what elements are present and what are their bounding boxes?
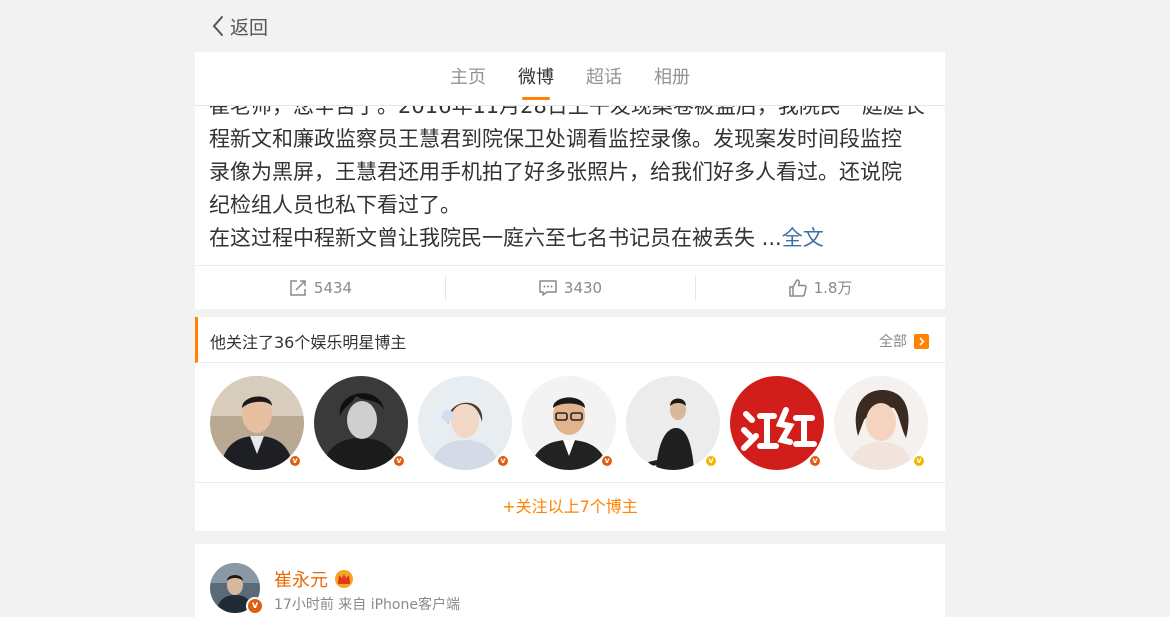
verified-badge: v: [600, 454, 614, 468]
tab-album[interactable]: 相册: [654, 52, 690, 106]
weibo-profile-page: 返回 主页 微博 超话 相册 崔老师，您辛苦了。2016年11月28日上午发现案…: [195, 0, 945, 617]
verified-badge: v: [392, 454, 406, 468]
repost-count: 5434: [313, 278, 353, 297]
follow-card-header: 他关注了36个娱乐明星博主 全部: [195, 317, 945, 363]
verified-badge: v: [496, 454, 510, 468]
repost-button[interactable]: 5434: [195, 266, 445, 309]
post-line: 录像为黑屏，王慧君还用手机拍了好多张照片，给我们好多人看过。还说院: [209, 160, 902, 184]
author-name[interactable]: 崔永元: [274, 566, 354, 592]
verified-badge: v: [288, 454, 302, 468]
post-line: 纪检组人员也私下看过了。: [209, 193, 461, 217]
share-icon: [290, 279, 306, 296]
avatar-row: v v v v v v v: [195, 363, 945, 483]
author-avatar[interactable]: v: [210, 563, 264, 615]
post-body: 崔老师，您辛苦了。2016年11月28日上午发现案卷被盗后，我院民一庭庭长 程新…: [209, 90, 931, 255]
verified-badge: v: [912, 454, 926, 468]
weibo-post-card: 崔老师，您辛苦了。2016年11月28日上午发现案卷被盗后，我院民一庭庭长 程新…: [195, 90, 945, 309]
verified-badge: v: [704, 454, 718, 468]
comment-button[interactable]: 3430: [445, 266, 695, 309]
avatar-woman-light[interactable]: v: [418, 376, 512, 470]
tab-home[interactable]: 主页: [450, 52, 486, 106]
verified-badge: v: [808, 454, 822, 468]
view-all-label: 全部: [879, 334, 907, 350]
top-bar: 返回: [195, 0, 945, 52]
avatar-man-glasses[interactable]: v: [522, 376, 616, 470]
tab-super-topic[interactable]: 超话: [586, 52, 622, 106]
post-line: 程新文和廉政监察员王慧君到院保卫处调看监控录像。发现案发时间段监控: [209, 127, 902, 151]
like-count: 1.8万: [813, 279, 853, 297]
view-all-button[interactable]: 全部: [879, 331, 929, 351]
member-crown-icon: [335, 570, 353, 588]
profile-tabs: 主页 微博 超话 相册: [195, 52, 945, 106]
post-line-text: 在这过程中程新文曾让我院民一庭六至七名书记员在被丢失 ...: [209, 226, 782, 250]
avatar-woman-smile[interactable]: v: [834, 376, 928, 470]
avatar-red-logo[interactable]: v: [730, 376, 824, 470]
tab-weibo[interactable]: 微博: [518, 52, 554, 106]
chevron-left-icon: [212, 16, 223, 36]
like-button[interactable]: 1.8万: [695, 266, 945, 309]
follow-card-title: 他关注了36个娱乐明星博主: [210, 333, 407, 352]
comment-icon: [539, 279, 557, 296]
avatar-man-bw[interactable]: v: [314, 376, 408, 470]
author-name-text: 崔永元: [274, 570, 328, 591]
chevron-right-icon: [914, 333, 929, 349]
full-text-link[interactable]: 全文: [782, 226, 824, 250]
back-label: 返回: [230, 16, 269, 39]
second-post-header: v 崔永元 17小时前 来自 iPhone客户端: [195, 544, 945, 617]
post-line-last: 在这过程中程新文曾让我院民一庭六至七名书记员在被丢失 ...全文: [209, 222, 931, 255]
back-button[interactable]: 返回: [210, 12, 268, 40]
follow-all-button[interactable]: +关注以上7个博主: [195, 483, 945, 530]
post-actions: 5434 3430 1.8万: [195, 265, 945, 309]
recommended-follow-card: 他关注了36个娱乐明星博主 全部 v v v v v v v +关注以上7个博主: [195, 317, 945, 531]
post-meta: 17小时前 来自 iPhone客户端: [274, 597, 460, 613]
comment-count: 3430: [563, 278, 603, 297]
avatar-man-seated[interactable]: v: [626, 376, 720, 470]
thumbs-up-icon: [788, 278, 807, 297]
verified-badge: v: [246, 597, 264, 615]
avatar-man-suit[interactable]: v: [210, 376, 304, 470]
